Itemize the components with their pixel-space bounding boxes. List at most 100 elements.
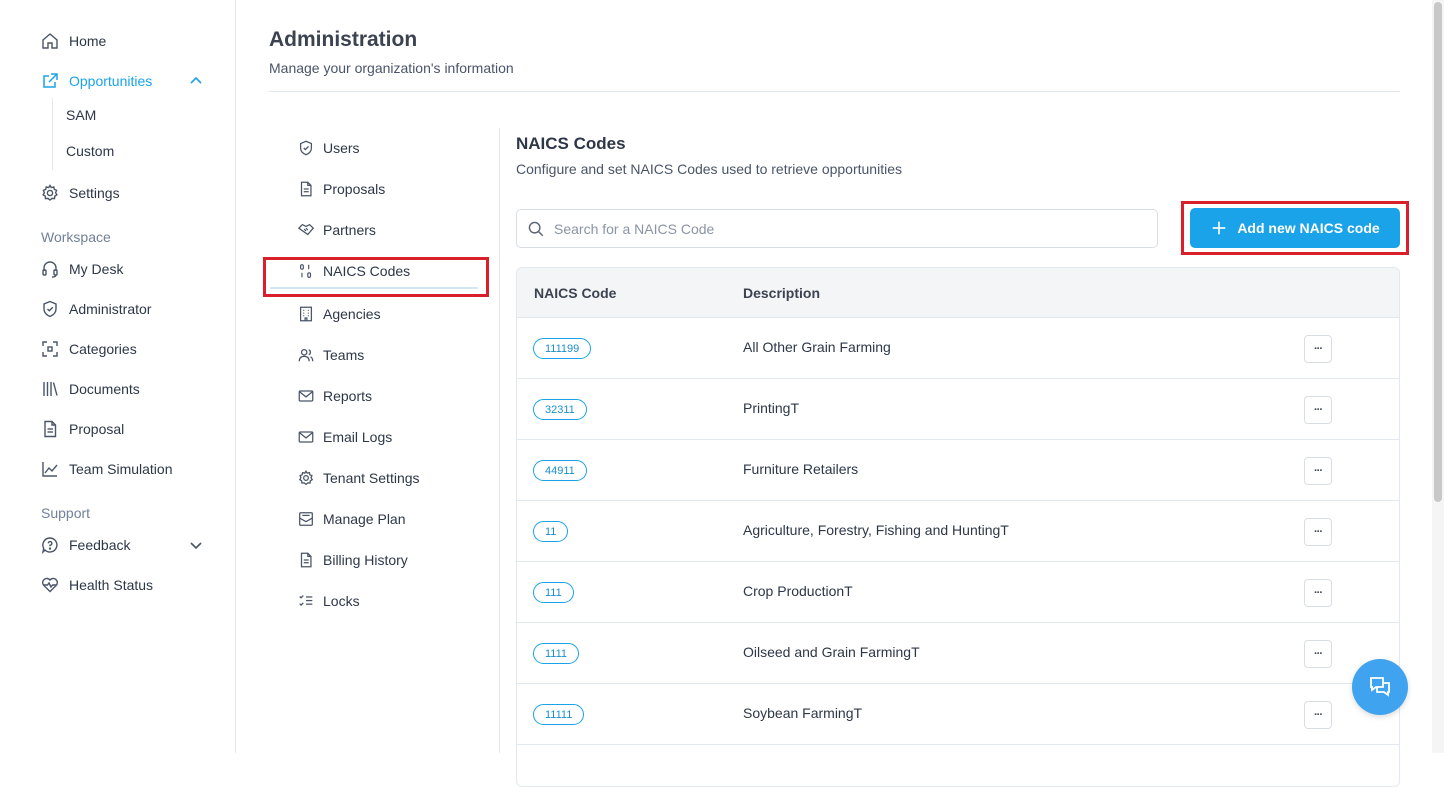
nav-documents[interactable]: Documents bbox=[40, 376, 220, 402]
naics-code-badge[interactable]: 111199 bbox=[533, 338, 592, 359]
naics-description: Crop ProductionT bbox=[743, 583, 853, 599]
menu-reports[interactable]: Reports bbox=[297, 384, 372, 408]
users-icon bbox=[297, 346, 315, 364]
add-naics-code-button[interactable]: Add new NAICS code bbox=[1190, 208, 1400, 248]
row-actions-button[interactable]: ··· bbox=[1304, 396, 1332, 424]
nav-team-simulation[interactable]: Team Simulation bbox=[40, 456, 220, 482]
row-actions-button[interactable]: ··· bbox=[1304, 579, 1332, 607]
naics-description: All Other Grain Farming bbox=[743, 339, 891, 355]
file-text-icon bbox=[40, 419, 60, 439]
nav-custom[interactable]: Custom bbox=[66, 141, 114, 161]
menu-users[interactable]: Users bbox=[297, 136, 360, 160]
column-header-description[interactable]: Description bbox=[743, 285, 820, 301]
menu-partners[interactable]: Partners bbox=[297, 218, 376, 242]
search-input[interactable] bbox=[554, 220, 1134, 237]
chevron-up-icon[interactable] bbox=[188, 73, 204, 89]
nav-my-desk[interactable]: My Desk bbox=[40, 256, 220, 282]
menu-partners-label: Partners bbox=[323, 222, 376, 238]
list-checks-icon bbox=[297, 592, 315, 610]
menu-billing-history[interactable]: Billing History bbox=[297, 548, 408, 572]
table-row: 1111 Oilseed and Grain FarmingT ··· bbox=[517, 623, 1399, 684]
table-row: 32311 PrintingT ··· bbox=[517, 379, 1399, 440]
table-row: 11111 Soybean FarmingT ··· bbox=[517, 684, 1399, 745]
menu-proposals-label: Proposals bbox=[323, 181, 386, 197]
categories-icon bbox=[40, 339, 60, 359]
mail-open-icon bbox=[297, 510, 315, 528]
submenu-line bbox=[52, 98, 53, 170]
naics-active-indicator bbox=[270, 287, 478, 289]
nav-administrator[interactable]: Administrator bbox=[40, 296, 220, 322]
menu-proposals[interactable]: Proposals bbox=[297, 177, 385, 201]
naics-table: NAICS Code Description 111199 All Other G… bbox=[516, 267, 1400, 787]
menu-agencies[interactable]: Agencies bbox=[297, 302, 381, 326]
binary-icon bbox=[297, 262, 315, 280]
search-icon bbox=[527, 220, 545, 238]
chevron-down-icon[interactable] bbox=[188, 537, 204, 553]
menu-locks-label: Locks bbox=[323, 593, 360, 609]
menu-agencies-label: Agencies bbox=[323, 306, 381, 322]
library-icon bbox=[40, 379, 60, 399]
search-field[interactable] bbox=[516, 209, 1158, 248]
column-header-naics-code[interactable]: NAICS Code bbox=[534, 285, 616, 301]
table-row: 111199 All Other Grain Farming ··· bbox=[517, 318, 1399, 379]
menu-reports-label: Reports bbox=[323, 388, 373, 404]
naics-code-badge[interactable]: 44911 bbox=[533, 460, 587, 481]
table-row: 44911 Furniture Retailers ··· bbox=[517, 440, 1399, 501]
nav-health-status[interactable]: Health Status bbox=[40, 572, 220, 598]
row-actions-button[interactable]: ··· bbox=[1304, 640, 1332, 668]
menu-tenant-settings-label: Tenant Settings bbox=[323, 470, 420, 486]
nav-administrator-label: Administrator bbox=[69, 301, 152, 317]
row-actions-button[interactable]: ··· bbox=[1304, 457, 1332, 485]
menu-users-label: Users bbox=[323, 140, 360, 156]
nav-sam[interactable]: SAM bbox=[66, 105, 96, 125]
menu-tenant-settings[interactable]: Tenant Settings bbox=[297, 466, 420, 490]
mail-icon bbox=[297, 387, 315, 405]
support-heading: Support bbox=[41, 505, 91, 521]
nav-settings[interactable]: Settings bbox=[40, 180, 220, 206]
shield-check-icon bbox=[297, 139, 315, 157]
headset-icon bbox=[40, 259, 60, 279]
gear-icon bbox=[40, 183, 60, 203]
scrollbar-thumb[interactable] bbox=[1434, 2, 1442, 502]
nav-categories-label: Categories bbox=[69, 341, 137, 357]
section-subtitle: Configure and set NAICS Codes used to re… bbox=[516, 161, 902, 177]
nav-proposal-label: Proposal bbox=[69, 421, 125, 437]
scrollbar[interactable] bbox=[1432, 0, 1444, 753]
line-chart-icon bbox=[40, 459, 60, 479]
naics-description: Agriculture, Forestry, Fishing and Hunti… bbox=[743, 522, 1009, 538]
menu-locks[interactable]: Locks bbox=[297, 589, 360, 613]
nav-home-label: Home bbox=[69, 33, 107, 49]
nav-home[interactable]: Home bbox=[40, 28, 220, 54]
naics-code-badge[interactable]: 111 bbox=[533, 582, 574, 603]
add-naics-code-label: Add new NAICS code bbox=[1237, 220, 1380, 236]
nav-opportunities-label: Opportunities bbox=[69, 73, 153, 89]
menu-email-logs-label: Email Logs bbox=[323, 429, 393, 445]
building-icon bbox=[297, 305, 315, 323]
naics-code-badge[interactable]: 11 bbox=[533, 521, 569, 542]
naics-code-badge[interactable]: 1111 bbox=[533, 643, 580, 664]
row-actions-button[interactable]: ··· bbox=[1304, 518, 1332, 546]
chat-button[interactable] bbox=[1352, 659, 1408, 715]
row-actions-button[interactable]: ··· bbox=[1304, 335, 1332, 363]
menu-naics-codes-label: NAICS Codes bbox=[323, 263, 411, 279]
mail-icon bbox=[297, 428, 315, 446]
workspace-heading: Workspace bbox=[41, 229, 111, 245]
file-text-icon bbox=[297, 180, 315, 198]
naics-code-badge[interactable]: 32311 bbox=[533, 399, 587, 420]
nav-proposal[interactable]: Proposal bbox=[40, 416, 220, 442]
menu-manage-plan[interactable]: Manage Plan bbox=[297, 507, 406, 531]
chat-icon bbox=[1367, 674, 1393, 700]
nav-team-simulation-label: Team Simulation bbox=[69, 461, 173, 477]
row-actions-button[interactable]: ··· bbox=[1304, 701, 1332, 729]
nav-opportunities[interactable]: Opportunities bbox=[40, 68, 220, 94]
table-header: NAICS Code Description bbox=[517, 268, 1399, 318]
nav-feedback[interactable]: Feedback bbox=[40, 532, 220, 558]
nav-categories[interactable]: Categories bbox=[40, 336, 220, 362]
gear-icon bbox=[297, 469, 315, 487]
plus-icon bbox=[1210, 219, 1228, 237]
menu-email-logs[interactable]: Email Logs bbox=[297, 425, 392, 449]
naics-code-badge[interactable]: 11111 bbox=[533, 704, 585, 725]
menu-naics-codes[interactable]: NAICS Codes bbox=[297, 259, 410, 283]
nav-documents-label: Documents bbox=[69, 381, 140, 397]
menu-teams[interactable]: Teams bbox=[297, 343, 364, 367]
